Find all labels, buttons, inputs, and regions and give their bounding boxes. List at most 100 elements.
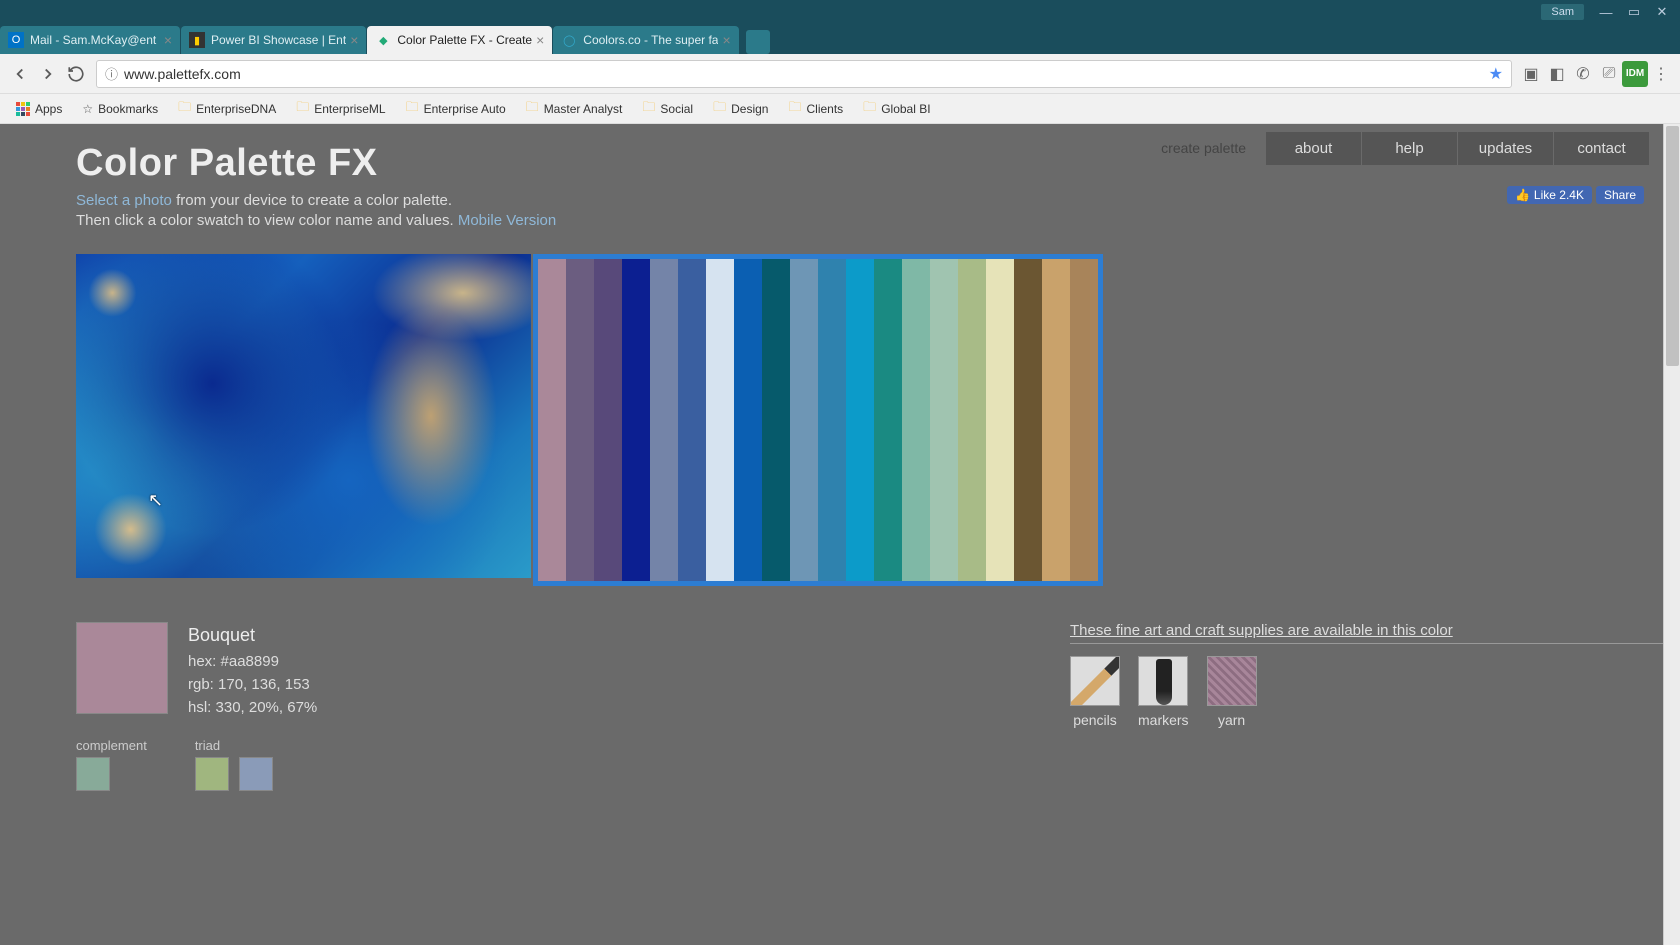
triad-swatch[interactable]	[195, 757, 229, 791]
bookmark-star-icon[interactable]: ★	[1489, 64, 1503, 84]
folder-icon: 🗀	[296, 98, 309, 120]
palette-swatch[interactable]	[706, 259, 734, 581]
nav-about[interactable]: about	[1266, 132, 1362, 165]
window-maximize-button[interactable]: ▭	[1620, 2, 1648, 22]
coolors-icon: ◯	[561, 32, 577, 48]
supply-pencils[interactable]: pencils	[1070, 656, 1120, 728]
palette-swatch[interactable]	[958, 259, 986, 581]
browser-tabstrip: O Mail - Sam.McKay@ent × ▮ Power BI Show…	[0, 24, 1680, 54]
apps-button[interactable]: Apps	[6, 102, 72, 116]
selected-swatch[interactable]	[76, 622, 168, 714]
desc2: Then click a color swatch to view color …	[76, 212, 458, 229]
reload-button[interactable]	[62, 60, 90, 88]
supply-label: pencils	[1073, 712, 1117, 728]
bookmark-folder[interactable]: 🗀Enterprise Auto	[396, 98, 516, 120]
source-image[interactable]: ↖	[76, 254, 531, 578]
fb-share-button[interactable]: Share	[1596, 186, 1644, 204]
palette-swatch[interactable]	[734, 259, 762, 581]
chrome-user-button[interactable]: Sam	[1541, 4, 1584, 20]
forward-button[interactable]	[34, 60, 62, 88]
facebook-widget: 👍 Like 2.4K Share	[1507, 186, 1644, 204]
tab-close-icon[interactable]: ×	[536, 32, 544, 48]
window-minimize-button[interactable]: —	[1592, 2, 1620, 22]
nav-help[interactable]: help	[1362, 132, 1458, 165]
palette-swatch[interactable]	[902, 259, 930, 581]
extension-icon[interactable]: ⎚	[1596, 61, 1622, 87]
url-text: www.palettefx.com	[124, 66, 1489, 82]
address-input[interactable]: ⓘ www.palettefx.com ★	[96, 60, 1512, 88]
tab-title: Mail - Sam.McKay@ent	[30, 33, 160, 47]
palette-row: ↖	[76, 254, 1680, 586]
supply-yarn[interactable]: yarn	[1207, 656, 1257, 728]
complement-group: complement	[76, 738, 147, 791]
browser-tab-coolors[interactable]: ◯ Coolors.co - The super fa ×	[553, 26, 738, 54]
back-button[interactable]	[6, 60, 34, 88]
palette-swatch[interactable]	[1042, 259, 1070, 581]
scrollbar-thumb[interactable]	[1666, 126, 1679, 366]
folder-icon: 🗀	[406, 98, 419, 120]
palette-swatch[interactable]	[818, 259, 846, 581]
complement-swatch[interactable]	[76, 757, 110, 791]
browser-tab-powerbi[interactable]: ▮ Power BI Showcase | Ent ×	[181, 26, 366, 54]
select-photo-link[interactable]: Select a photo	[76, 192, 172, 209]
browser-tab-palettefx[interactable]: ◆ Color Palette FX - Create ×	[367, 26, 552, 54]
palette-swatch[interactable]	[622, 259, 650, 581]
page-content: create palette about help updates contac…	[0, 124, 1680, 945]
star-icon: ☆	[82, 102, 93, 116]
idm-extension-icon[interactable]: IDM	[1622, 61, 1648, 87]
tab-close-icon[interactable]: ×	[350, 32, 358, 48]
arrow-left-icon	[11, 65, 29, 83]
nav-updates[interactable]: updates	[1458, 132, 1554, 165]
bookmark-label: Master Analyst	[544, 102, 623, 116]
fb-like-button[interactable]: 👍 Like 2.4K	[1507, 186, 1592, 204]
tab-close-icon[interactable]: ×	[722, 32, 730, 48]
bookmark-folder[interactable]: 🗀Master Analyst	[516, 98, 633, 120]
palette-swatch[interactable]	[762, 259, 790, 581]
bookmark-folder[interactable]: 🗀Social	[632, 98, 703, 120]
palette-swatch[interactable]	[1070, 259, 1098, 581]
extension-icon[interactable]: ✆	[1570, 61, 1596, 87]
triad-swatch[interactable]	[239, 757, 273, 791]
bookmark-folder[interactable]: 🗀Clients	[778, 98, 853, 120]
marble-painting	[76, 254, 531, 578]
bookmark-folder[interactable]: 🗀EnterpriseDNA	[168, 98, 286, 120]
bookmark-folder[interactable]: 🗀Design	[703, 98, 778, 120]
apps-label: Apps	[35, 102, 62, 116]
new-tab-button[interactable]	[746, 30, 770, 54]
browser-tab-mail[interactable]: O Mail - Sam.McKay@ent ×	[0, 26, 180, 54]
palette-swatch[interactable]	[538, 259, 566, 581]
window-close-button[interactable]: ✕	[1648, 2, 1676, 22]
bookmark-label: EnterpriseML	[314, 102, 385, 116]
bookmark-label: Clients	[806, 102, 843, 116]
color-rgb: rgb: 170, 136, 153	[188, 673, 317, 696]
palette-swatch[interactable]	[1014, 259, 1042, 581]
palette-swatch[interactable]	[678, 259, 706, 581]
palette-swatch[interactable]	[986, 259, 1014, 581]
palette-swatch[interactable]	[874, 259, 902, 581]
supply-markers[interactable]: markers	[1138, 656, 1189, 728]
palette-swatch[interactable]	[594, 259, 622, 581]
chrome-menu-button[interactable]: ⋮	[1648, 61, 1674, 87]
selected-color-info: Bouquet hex: #aa8899 rgb: 170, 136, 153 …	[188, 622, 317, 720]
extension-icon[interactable]: ◧	[1544, 61, 1570, 87]
mobile-version-link[interactable]: Mobile Version	[458, 212, 556, 229]
bookmark-label: EnterpriseDNA	[196, 102, 276, 116]
palette-swatch[interactable]	[566, 259, 594, 581]
palette-swatch[interactable]	[930, 259, 958, 581]
bookmark-folder[interactable]: 🗀 EnterpriseML	[286, 98, 395, 120]
folder-icon: 🗀	[713, 98, 726, 120]
yarn-thumb	[1207, 656, 1257, 706]
cursor-icon: ↖	[148, 490, 163, 511]
palette-swatch[interactable]	[846, 259, 874, 581]
tab-close-icon[interactable]: ×	[164, 32, 172, 48]
extension-icon[interactable]: ▣	[1518, 61, 1544, 87]
folder-icon: 🗀	[863, 98, 876, 120]
bookmarks-link[interactable]: ☆ Bookmarks	[72, 102, 168, 116]
nav-contact[interactable]: contact	[1554, 132, 1650, 165]
vertical-scrollbar[interactable]	[1663, 124, 1680, 945]
palette-swatch[interactable]	[790, 259, 818, 581]
palette-swatch[interactable]	[650, 259, 678, 581]
bookmark-folder[interactable]: 🗀Global BI	[853, 98, 940, 120]
apps-grid-icon	[16, 102, 30, 116]
supplies-panel: These fine art and craft supplies are av…	[1070, 622, 1680, 791]
